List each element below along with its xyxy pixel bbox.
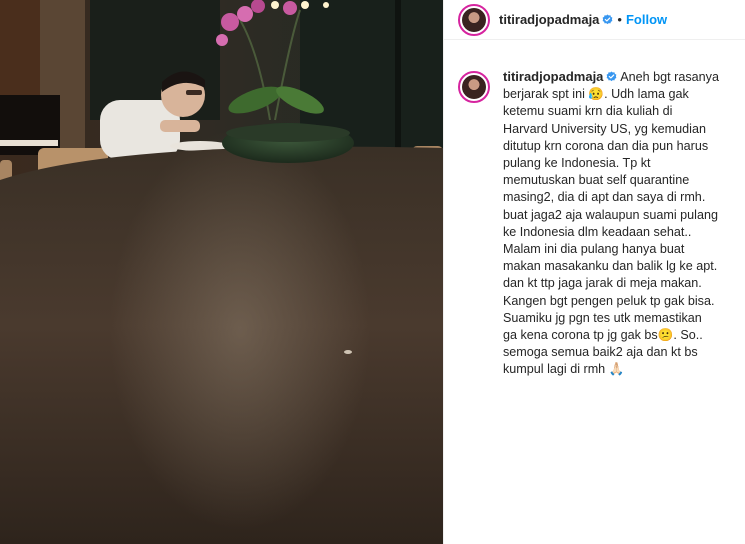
caption-avatar-image	[462, 75, 486, 99]
profile-avatar[interactable]	[458, 3, 490, 36]
caption-text: titiradjopadmaja Aneh bgt rasanya berjar…	[503, 68, 731, 379]
avatar-image	[462, 7, 486, 32]
post-photo[interactable]	[0, 0, 443, 544]
username-link[interactable]: titiradjopadmaja	[499, 12, 599, 27]
dining-table-photo	[0, 0, 443, 544]
post-side-panel: titiradjopadmaja • Follow titiradjopadma…	[443, 0, 745, 544]
caption-body: Aneh bgt rasanya berjarak spt ini 😥. Udh…	[503, 70, 719, 377]
caption-username-link[interactable]: titiradjopadmaja	[503, 69, 603, 84]
separator-dot: •	[617, 12, 622, 27]
post-header: titiradjopadmaja • Follow	[444, 0, 745, 40]
follow-button[interactable]: Follow	[626, 12, 667, 27]
verified-badge-icon	[603, 14, 613, 25]
caption-verified-badge-icon	[607, 71, 617, 82]
caption-avatar[interactable]	[458, 71, 490, 103]
caption-block: titiradjopadmaja Aneh bgt rasanya berjar…	[444, 40, 745, 379]
